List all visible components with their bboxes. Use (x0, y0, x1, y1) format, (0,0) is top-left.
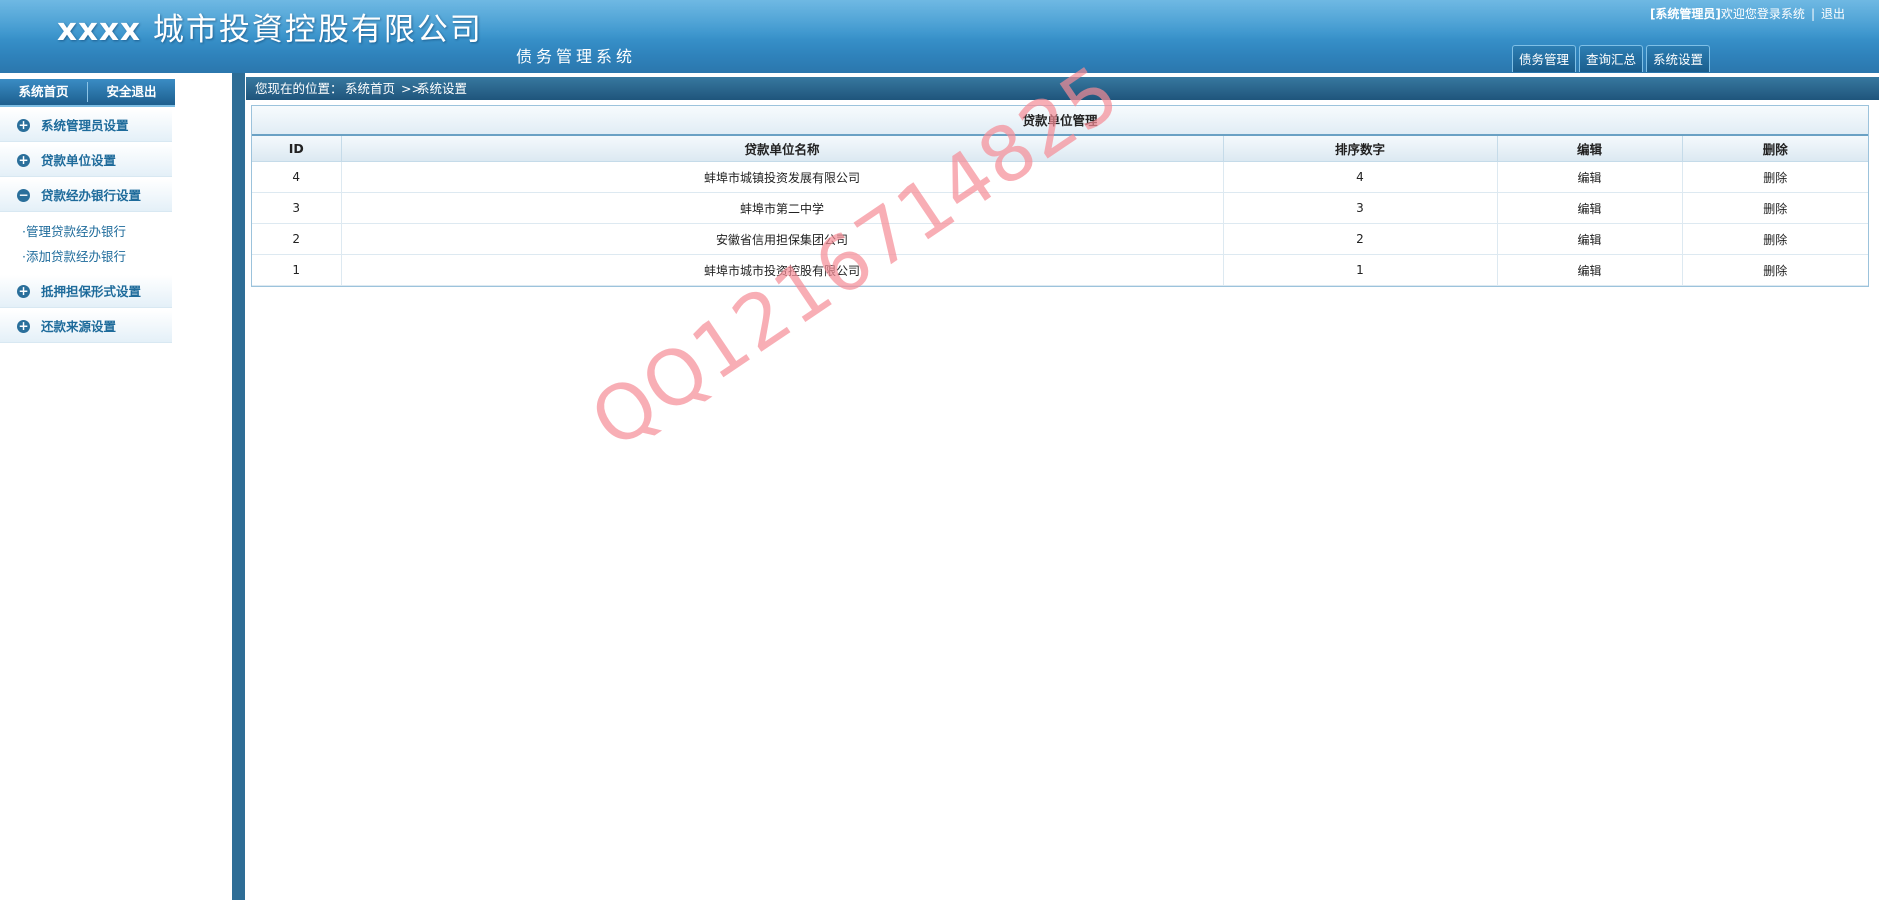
user-bar: [系统管理员]欢迎您登录系统 | 退出 (1650, 5, 1845, 22)
column-header-id: ID (252, 136, 342, 162)
table-row: 4 蚌埠市城镇投资发展有限公司 4 编辑 删除 (252, 161, 1868, 193)
sidebar-subitem-manage-banks[interactable]: ·管理贷款经办银行 (22, 221, 126, 240)
sidebar-menu-label: 系统管理员设置 (41, 118, 129, 133)
company-title: xxxx 城市投資控股有限公司 (57, 4, 483, 49)
cell-name: 安徽省信用担保集团公司 (341, 223, 1224, 255)
sidebar-splitter[interactable] (232, 73, 245, 900)
delete-link[interactable]: 删除 (1682, 223, 1868, 255)
sidebar-menu-label: 贷款经办银行设置 (41, 188, 142, 203)
welcome-text: 欢迎您登录系统 (1720, 7, 1805, 21)
sidebar-menu-collateral-settings[interactable]: + 抵押担保形式设置 (0, 275, 172, 308)
header-banner: xxxx 城市投資控股有限公司 债务管理系统 [系统管理员]欢迎您登录系统 | 退出… (0, 0, 1879, 73)
company-prefix: xxxx (57, 12, 141, 48)
system-name: 债务管理系统 (516, 47, 637, 66)
sidebar: 系统首页 安全退出 + 系统管理员设置 + 贷款单位设置 − 贷款经办银行设置 … (0, 73, 232, 900)
delete-link[interactable]: 删除 (1682, 254, 1868, 286)
sidebar-menu-label: 还款来源设置 (41, 319, 117, 334)
breadcrumb: 您现在的位置： 系统首页 >> 系统设置 (246, 77, 1879, 100)
column-header-order: 排序数字 (1223, 136, 1498, 162)
company-name: 城市投資控股有限公司 (152, 12, 483, 48)
table-row: 2 安徽省信用担保集团公司 2 编辑 删除 (252, 223, 1868, 255)
minus-circle-icon: − (17, 188, 30, 202)
cell-order: 1 (1223, 254, 1498, 286)
loan-unit-table: ID 贷款单位名称 排序数字 编辑 删除 4 蚌埠市城镇投资发展有限公司 4 编… (252, 136, 1868, 286)
logout-link[interactable]: 退出 (1821, 7, 1845, 21)
tab-debt-management[interactable]: 债务管理 (1512, 45, 1576, 72)
plus-circle-icon: + (17, 319, 30, 333)
table-row: 1 蚌埠市城市投资控股有限公司 1 编辑 删除 (252, 254, 1868, 286)
plus-circle-icon: + (17, 153, 30, 167)
user-role: [系统管理员] (1649, 7, 1721, 21)
column-header-edit: 编辑 (1497, 136, 1683, 162)
user-bar-separator: | (1810, 7, 1815, 21)
sidebar-safe-exit-button[interactable]: 安全退出 (88, 79, 175, 105)
loan-unit-panel: 贷款单位管理 ID 贷款单位名称 排序数字 编辑 删除 4 蚌埠市城镇投资发展有… (251, 105, 1869, 287)
sidebar-menu-admin-settings[interactable]: + 系统管理员设置 (0, 109, 172, 142)
sidebar-subitem-add-bank[interactable]: ·添加贷款经办银行 (22, 246, 126, 265)
delete-link[interactable]: 删除 (1682, 192, 1868, 224)
cell-order: 2 (1223, 223, 1498, 255)
breadcrumb-current: 系统设置 (417, 81, 468, 96)
cell-id: 2 (252, 223, 342, 255)
cell-id: 1 (252, 254, 342, 286)
edit-link[interactable]: 编辑 (1497, 254, 1683, 286)
table-header-row: ID 贷款单位名称 排序数字 编辑 删除 (252, 136, 1868, 162)
cell-order: 3 (1223, 192, 1498, 224)
sidebar-menu-label: 贷款单位设置 (41, 153, 117, 168)
column-header-delete: 删除 (1682, 136, 1868, 162)
column-header-name: 贷款单位名称 (341, 136, 1224, 162)
delete-link[interactable]: 删除 (1682, 161, 1868, 193)
cell-id: 3 (252, 192, 342, 224)
plus-circle-icon: + (17, 284, 30, 298)
cell-order: 4 (1223, 161, 1498, 193)
sidebar-menu-label: 抵押担保形式设置 (41, 284, 142, 299)
sidebar-menu-loan-bank-settings[interactable]: − 贷款经办银行设置 (0, 179, 172, 212)
sidebar-topbar: 系统首页 安全退出 (0, 79, 175, 107)
panel-title: 贷款单位管理 (252, 106, 1868, 136)
sidebar-menu-repayment-source-settings[interactable]: + 还款来源设置 (0, 310, 172, 343)
tab-query-summary[interactable]: 查询汇总 (1579, 45, 1643, 72)
breadcrumb-home-link[interactable]: 系统首页 (345, 77, 395, 100)
tab-system-settings[interactable]: 系统设置 (1646, 45, 1710, 72)
cell-name: 蚌埠市城镇投资发展有限公司 (341, 161, 1224, 193)
edit-link[interactable]: 编辑 (1497, 192, 1683, 224)
sidebar-home-button[interactable]: 系统首页 (0, 79, 87, 105)
cell-id: 4 (252, 161, 342, 193)
table-row: 3 蚌埠市第二中学 3 编辑 删除 (252, 192, 1868, 224)
cell-name: 蚌埠市城市投资控股有限公司 (341, 254, 1224, 286)
edit-link[interactable]: 编辑 (1497, 161, 1683, 193)
sidebar-menu-loan-unit-settings[interactable]: + 贷款单位设置 (0, 144, 172, 177)
plus-circle-icon: + (17, 118, 30, 132)
breadcrumb-prefix: 您现在的位置： (255, 81, 343, 96)
cell-name: 蚌埠市第二中学 (341, 192, 1224, 224)
edit-link[interactable]: 编辑 (1497, 223, 1683, 255)
